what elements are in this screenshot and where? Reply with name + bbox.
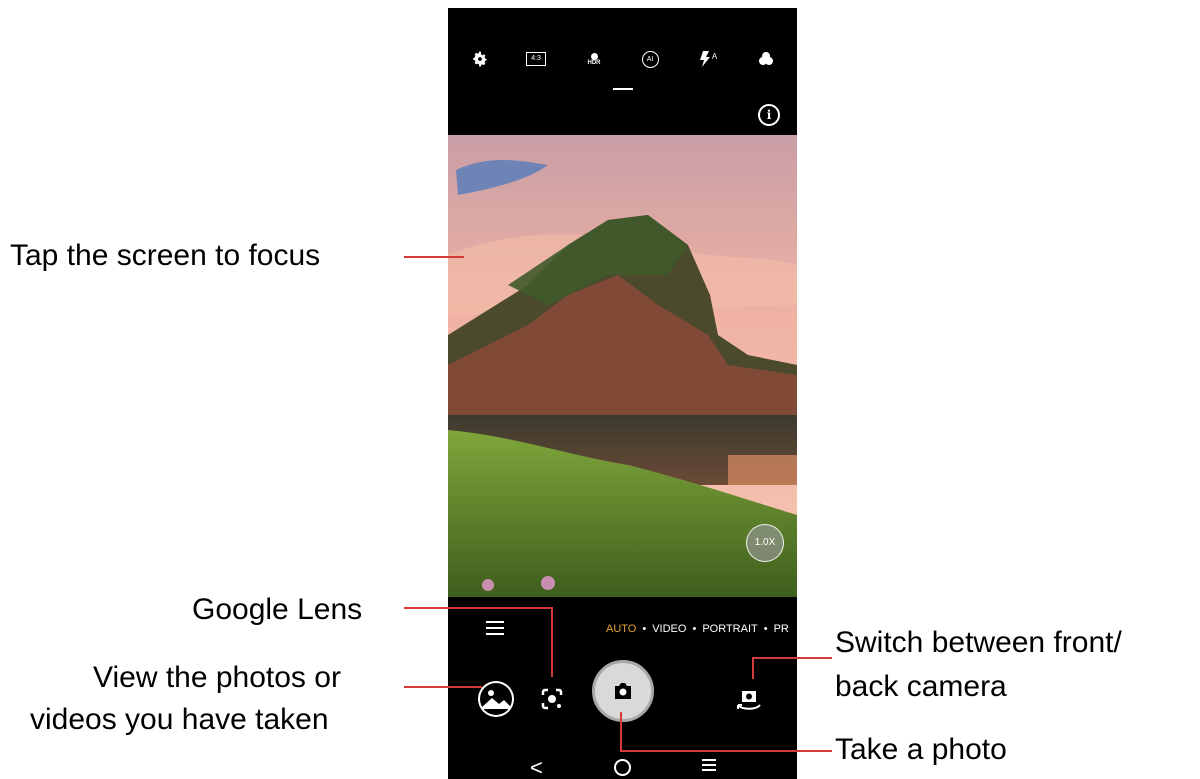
callout-switch-line-h bbox=[752, 657, 832, 659]
info-icon[interactable]: i bbox=[758, 104, 780, 126]
zoom-level-button[interactable]: 1.0X bbox=[746, 524, 784, 562]
gear-icon[interactable] bbox=[467, 46, 493, 72]
camera-viewfinder[interactable]: 1.0X bbox=[448, 135, 797, 597]
callout-lens-line-v bbox=[551, 607, 553, 677]
switch-camera-button[interactable] bbox=[734, 685, 764, 715]
hdr-label: HDR bbox=[587, 59, 601, 66]
callout-focus-line bbox=[404, 256, 464, 258]
active-setting-indicator bbox=[613, 88, 633, 90]
callout-gallery-line1: View the photos or bbox=[93, 661, 341, 694]
camera-icon bbox=[615, 683, 631, 699]
callout-shutter-line-h bbox=[620, 750, 832, 752]
callout-switch-line1: Switch between front/ bbox=[835, 626, 1122, 659]
callout-lens-line-h bbox=[404, 607, 552, 609]
camera-top-bar: 4:3 HDR AI A i bbox=[448, 8, 797, 135]
nav-recents-button[interactable] bbox=[702, 759, 716, 774]
ai-label: AI bbox=[641, 50, 659, 68]
camera-mode-selector: AUTO • VIDEO • PORTRAIT • PR bbox=[606, 623, 789, 635]
menu-icon[interactable] bbox=[486, 621, 504, 639]
mode-video[interactable]: VIDEO bbox=[652, 623, 686, 635]
callout-switch-line2: back camera bbox=[835, 670, 1007, 703]
callout-gallery-line bbox=[404, 686, 482, 688]
gallery-thumbnail-button[interactable] bbox=[478, 681, 514, 717]
callout-switch-line-v bbox=[752, 657, 754, 679]
callout-shutter-line-v bbox=[620, 712, 622, 751]
nav-home-button[interactable] bbox=[614, 759, 631, 776]
hdr-icon[interactable]: HDR bbox=[581, 46, 607, 72]
aspect-ratio-label: 4:3 bbox=[526, 52, 546, 66]
shutter-button[interactable] bbox=[592, 660, 654, 722]
callout-gallery-line2: videos you have taken bbox=[30, 703, 329, 736]
flash-auto-label: A bbox=[711, 51, 718, 61]
aspect-ratio-icon[interactable]: 4:3 bbox=[523, 46, 549, 72]
phone-screen: 4:3 HDR AI A i 1.0X AUTO • VIDEO • PORTR… bbox=[448, 8, 797, 779]
switch-camera-icon bbox=[737, 691, 761, 710]
google-lens-button[interactable] bbox=[540, 687, 564, 711]
nav-back-button[interactable]: < bbox=[530, 755, 543, 779]
callout-shutter: Take a photo bbox=[835, 733, 1007, 766]
gallery-icon bbox=[480, 683, 512, 715]
flash-auto-icon[interactable]: A bbox=[695, 46, 721, 72]
mode-auto[interactable]: AUTO bbox=[606, 623, 636, 635]
mode-more[interactable]: PR bbox=[774, 623, 789, 635]
callout-focus: Tap the screen to focus bbox=[10, 239, 321, 272]
camera-bottom-controls: AUTO • VIDEO • PORTRAIT • PR < bbox=[448, 597, 797, 779]
filter-icon[interactable] bbox=[753, 46, 779, 72]
viewfinder-landscape-image bbox=[448, 135, 797, 597]
ai-scene-icon[interactable]: AI bbox=[637, 46, 663, 72]
mode-portrait[interactable]: PORTRAIT bbox=[702, 623, 757, 635]
google-lens-icon bbox=[541, 688, 563, 710]
callout-google-lens: Google Lens bbox=[192, 593, 363, 626]
